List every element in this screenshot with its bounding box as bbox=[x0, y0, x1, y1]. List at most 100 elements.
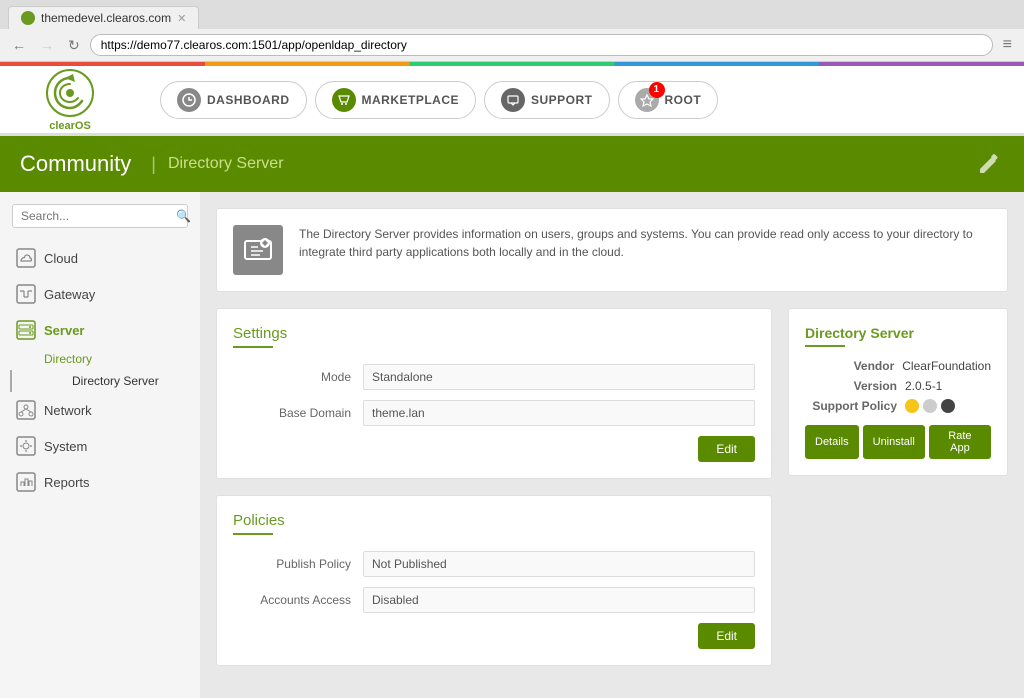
browser-tab[interactable]: themedevel.clearos.com ✕ bbox=[8, 6, 199, 29]
version-row: Version 2.0.5-1 bbox=[805, 379, 991, 393]
marketplace-nav-item[interactable]: MARKETPLACE bbox=[315, 81, 477, 119]
sidebar-gateway-label: Gateway bbox=[44, 287, 95, 302]
root-nav-item[interactable]: 1 ROOT bbox=[618, 81, 719, 119]
main-content: The Directory Server provides informatio… bbox=[200, 192, 1024, 698]
sidebar-directory-server-label: Directory Server bbox=[72, 374, 159, 388]
publish-policy-row: Publish Policy bbox=[233, 551, 755, 577]
sidebar-item-gateway[interactable]: Gateway bbox=[0, 276, 200, 312]
sidebar-item-reports[interactable]: Reports bbox=[0, 464, 200, 500]
sidebar-system-label: System bbox=[44, 439, 87, 454]
browser-menu-button[interactable]: ≡ bbox=[999, 34, 1016, 56]
mode-row: Mode bbox=[233, 364, 755, 390]
reports-icon bbox=[16, 472, 36, 492]
base-domain-row: Base Domain bbox=[233, 400, 755, 426]
sidebar-item-server[interactable]: Server bbox=[0, 312, 200, 348]
policies-title: Policies bbox=[233, 512, 755, 529]
settings-actions: Edit bbox=[233, 436, 755, 462]
support-label: SUPPORT bbox=[531, 93, 593, 107]
accounts-access-input bbox=[363, 587, 755, 613]
close-tab-button[interactable]: ✕ bbox=[177, 12, 186, 25]
version-label: Version bbox=[805, 379, 905, 393]
sidebar-item-cloud[interactable]: Cloud bbox=[0, 240, 200, 276]
dot-yellow bbox=[905, 399, 919, 413]
network-icon bbox=[16, 400, 36, 420]
browser-tab-bar: themedevel.clearos.com ✕ bbox=[0, 0, 1024, 29]
panel-side: Directory Server Vendor ClearFoundation … bbox=[788, 308, 1008, 682]
vendor-row: Vendor ClearFoundation bbox=[805, 359, 991, 373]
sidebar-cloud-label: Cloud bbox=[44, 251, 78, 266]
header-separator: | bbox=[151, 154, 156, 175]
version-value: 2.0.5-1 bbox=[905, 379, 942, 393]
policies-title-underline bbox=[233, 533, 273, 535]
side-card-title: Directory Server bbox=[805, 325, 991, 341]
vendor-label: Vendor bbox=[805, 359, 902, 373]
settings-title-underline bbox=[233, 346, 273, 348]
nav-items: DASHBOARD MARKETPLACE SUPPORT 1 ROOT bbox=[160, 81, 718, 119]
sidebar-subitem-directory-server[interactable]: Directory Server bbox=[10, 370, 200, 392]
root-icon: 1 bbox=[635, 88, 659, 112]
community-heading: Community bbox=[20, 151, 131, 177]
address-input[interactable] bbox=[90, 34, 993, 56]
top-nav: clearOS DASHBOARD MARKETPLACE SUPPORT 1 bbox=[0, 66, 1024, 136]
panels-row: Settings Mode Base Domain Edit bbox=[216, 308, 1008, 682]
logo-area: clearOS bbox=[20, 68, 120, 132]
side-buttons: Details Uninstall Rate App bbox=[805, 425, 991, 459]
info-icon bbox=[233, 225, 283, 275]
mode-input bbox=[363, 364, 755, 390]
root-badge: 1 bbox=[649, 82, 665, 98]
settings-edit-button[interactable]: Edit bbox=[698, 436, 755, 462]
support-dots bbox=[905, 399, 955, 413]
support-policy-row: Support Policy bbox=[805, 399, 991, 413]
marketplace-label: MARKETPLACE bbox=[362, 93, 460, 107]
browser-chrome: themedevel.clearos.com ✕ ← → ↻ ≡ bbox=[0, 0, 1024, 62]
support-policy-label: Support Policy bbox=[805, 399, 905, 413]
policies-edit-button[interactable]: Edit bbox=[698, 623, 755, 649]
reload-button[interactable]: ↻ bbox=[64, 35, 84, 56]
settings-title: Settings bbox=[233, 325, 755, 342]
clearos-logo bbox=[45, 68, 95, 118]
system-icon bbox=[16, 436, 36, 456]
page-title: Directory Server bbox=[168, 155, 284, 173]
tab-favicon bbox=[21, 11, 35, 25]
policies-card: Policies Publish Policy Accounts Access … bbox=[216, 495, 772, 666]
mode-label: Mode bbox=[233, 370, 363, 384]
info-text: The Directory Server provides informatio… bbox=[299, 225, 991, 261]
accounts-access-label: Accounts Access bbox=[233, 593, 363, 607]
dot-gray bbox=[923, 399, 937, 413]
marketplace-icon bbox=[332, 88, 356, 112]
dot-dark bbox=[941, 399, 955, 413]
policies-actions: Edit bbox=[233, 623, 755, 649]
gateway-icon bbox=[16, 284, 36, 304]
content-wrapper: 🔍 Cloud Gateway bbox=[0, 192, 1024, 698]
base-domain-label: Base Domain bbox=[233, 406, 363, 420]
sidebar-item-network[interactable]: Network bbox=[0, 392, 200, 428]
details-button[interactable]: Details bbox=[805, 425, 859, 459]
dashboard-nav-item[interactable]: DASHBOARD bbox=[160, 81, 307, 119]
page-header-edit-icon bbox=[976, 149, 1004, 180]
rate-app-button[interactable]: Rate App bbox=[929, 425, 991, 459]
publish-policy-label: Publish Policy bbox=[233, 557, 363, 571]
forward-button[interactable]: → bbox=[36, 35, 58, 55]
search-box[interactable]: 🔍 bbox=[12, 204, 188, 228]
support-nav-item[interactable]: SUPPORT bbox=[484, 81, 610, 119]
sidebar-network-label: Network bbox=[44, 403, 92, 418]
sidebar: 🔍 Cloud Gateway bbox=[0, 192, 200, 698]
publish-policy-input bbox=[363, 551, 755, 577]
sidebar-item-system[interactable]: System bbox=[0, 428, 200, 464]
search-icon: 🔍 bbox=[176, 209, 191, 223]
uninstall-button[interactable]: Uninstall bbox=[863, 425, 925, 459]
page-header: Community | Directory Server bbox=[0, 136, 1024, 192]
app-container: Community | Directory Server 🔍 Cloud bbox=[0, 136, 1024, 698]
logo-text: clearOS bbox=[49, 120, 91, 132]
tab-title: themedevel.clearos.com bbox=[41, 11, 171, 25]
browser-address-bar: ← → ↻ ≡ bbox=[0, 29, 1024, 61]
accounts-access-row: Accounts Access bbox=[233, 587, 755, 613]
vendor-value: ClearFoundation bbox=[902, 359, 991, 373]
root-label: ROOT bbox=[665, 93, 702, 107]
sidebar-subitem-directory[interactable]: Directory bbox=[0, 348, 200, 370]
side-card: Directory Server Vendor ClearFoundation … bbox=[788, 308, 1008, 476]
search-input[interactable] bbox=[21, 209, 176, 223]
back-button[interactable]: ← bbox=[8, 35, 30, 55]
settings-card: Settings Mode Base Domain Edit bbox=[216, 308, 772, 479]
dashboard-label: DASHBOARD bbox=[207, 93, 290, 107]
